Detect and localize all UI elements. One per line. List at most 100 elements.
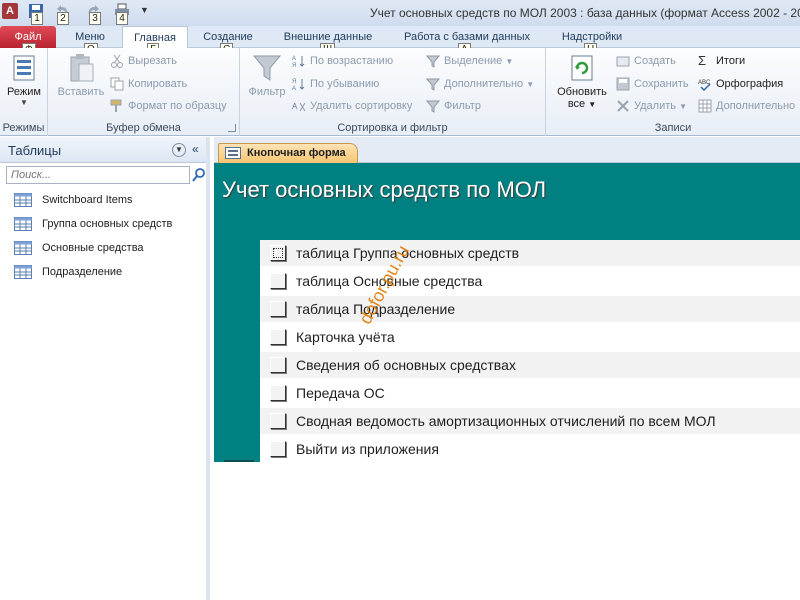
switchboard-item[interactable]: Сводная ведомость амортизационных отчисл… — [260, 408, 800, 434]
clipboard-launcher-icon[interactable] — [228, 124, 236, 132]
switchboard-item-button[interactable] — [270, 385, 286, 401]
qat-keytip: 4 — [116, 12, 128, 25]
form-icon — [225, 147, 241, 159]
refresh-label-line2: все ▼ — [567, 98, 597, 110]
switchboard-form: Учет основных средств по МОЛ таблица Гру… — [214, 163, 800, 600]
search-icon[interactable] — [192, 167, 206, 183]
totals-button[interactable]: Σ Итоги — [698, 52, 745, 70]
nav-item-switchboard-items[interactable]: Switchboard Items — [14, 189, 132, 211]
refresh-icon — [566, 52, 598, 84]
filter-label: Фильтр — [248, 86, 286, 98]
cut-button[interactable]: Вырезать — [110, 52, 177, 70]
cut-label: Вырезать — [128, 55, 177, 67]
format-painter-icon — [110, 99, 124, 113]
form-header: Учет основных средств по МОЛ — [214, 163, 800, 232]
sort-descending-button[interactable]: ЯА По убыванию — [292, 75, 379, 93]
switchboard-item[interactable]: таблица Группа основных средств — [260, 240, 800, 266]
ribbon: Режим ▼ Режимы Вставить Вырезать Копиров… — [0, 48, 800, 136]
selection-filter-button[interactable]: Выделение ▼ — [425, 52, 514, 70]
new-record-button[interactable]: Создать — [616, 52, 676, 70]
switchboard-item-label[interactable]: Передача ОС — [296, 385, 385, 401]
remove-sort-icon: А — [292, 99, 306, 113]
remove-sort-button[interactable]: А Удалить сортировку — [292, 97, 412, 115]
switchboard-item[interactable]: таблица Основные средства — [260, 268, 800, 294]
nav-item-label: Подразделение — [42, 266, 123, 278]
scissors-icon — [110, 54, 124, 68]
switchboard-item-label[interactable]: Карточка учёта — [296, 329, 395, 345]
save-record-icon — [616, 77, 630, 91]
tab-switchboard-form[interactable]: Кнопочная форма — [218, 143, 358, 163]
switchboard-item-button[interactable] — [270, 273, 286, 289]
toggle-filter-button[interactable]: Фильтр — [425, 97, 481, 115]
switchboard-item-button[interactable] — [270, 329, 286, 345]
spelling-button[interactable]: ABC Орфография — [698, 75, 783, 93]
advanced-filter-button[interactable]: Дополнительно ▼ — [425, 75, 534, 93]
copy-icon — [110, 77, 124, 91]
more-records-button[interactable]: Дополнительно — [698, 97, 795, 115]
group-label-records: Записи — [654, 122, 692, 134]
sort-ascending-label: По возрастанию — [310, 55, 394, 67]
nav-item-departments[interactable]: Подразделение — [14, 261, 122, 283]
nav-menu-dropdown-icon[interactable]: ▼ — [172, 143, 186, 157]
ribbon-tab-bar: Файл Ф Меню Q Главная Г Создание С Внешн… — [0, 26, 800, 56]
form-divider — [224, 460, 254, 462]
sort-descending-label: По убыванию — [310, 78, 380, 90]
save-record-label: Сохранить — [634, 78, 689, 90]
filter-button[interactable]: Фильтр — [244, 52, 290, 98]
switchboard-item-label[interactable]: Выйти из приложения — [296, 441, 439, 457]
qat-keytip: 1 — [31, 12, 43, 25]
paste-label: Вставить — [57, 86, 105, 98]
switchboard-item-button[interactable] — [270, 413, 286, 429]
switchboard-item[interactable]: Выйти из приложения — [260, 436, 800, 462]
table-icon — [14, 193, 32, 207]
nav-item-asset-groups[interactable]: Группа основных средств — [14, 213, 172, 235]
spelling-icon: ABC — [698, 77, 712, 92]
document-tab-bar: Кнопочная форма — [214, 137, 800, 163]
switchboard-item-button[interactable] — [270, 357, 286, 373]
qat-customize-icon[interactable]: ▼ — [140, 5, 149, 15]
switchboard-item[interactable]: Карточка учёта — [260, 324, 800, 350]
chevron-down-icon: ▼ — [505, 57, 514, 66]
save-record-button[interactable]: Сохранить — [616, 75, 689, 93]
spelling-label: Орфография — [716, 78, 784, 90]
nav-collapse-icon[interactable]: « — [192, 142, 199, 156]
paste-button[interactable]: Вставить — [54, 52, 108, 98]
toggle-filter-label: Фильтр — [444, 100, 481, 112]
switchboard-item-label[interactable]: Сведения об основных средствах — [296, 357, 516, 373]
more-records-label: Дополнительно — [716, 100, 796, 112]
nav-search-input[interactable] — [6, 166, 190, 184]
advanced-filter-label: Дополнительно — [444, 78, 524, 90]
nav-title[interactable]: Таблицы — [8, 143, 61, 158]
switchboard-item[interactable]: Сведения об основных средствах — [260, 352, 800, 378]
group-clipboard: Вставить Вырезать Копировать Формат по о… — [48, 48, 240, 136]
switchboard-item-button[interactable] — [270, 301, 286, 317]
refresh-label-line1: Обновить — [557, 86, 607, 98]
group-label-sort-filter: Сортировка и фильтр — [337, 122, 448, 134]
svg-text:А: А — [292, 56, 296, 62]
delete-icon — [616, 99, 630, 113]
form-view-icon — [8, 52, 40, 84]
refresh-all-button[interactable]: Обновить все ▼ — [550, 52, 614, 110]
qat-keytip: 3 — [89, 12, 101, 25]
view-mode-button[interactable]: Режим ▼ — [2, 52, 46, 107]
group-sort-filter: Фильтр АЯ По возрастанию ЯА По убыванию … — [240, 48, 546, 136]
access-app-icon[interactable]: A — [2, 3, 18, 19]
format-painter-button[interactable]: Формат по образцу — [110, 97, 227, 115]
switchboard-item[interactable]: Передача ОС — [260, 380, 800, 406]
nav-item-label: Основные средства — [42, 242, 144, 254]
sort-ascending-button[interactable]: АЯ По возрастанию — [292, 52, 393, 70]
table-icon — [14, 241, 32, 255]
window-title: Учет основных средств по МОЛ 2003 : база… — [370, 6, 800, 20]
grid-icon — [698, 99, 712, 113]
switchboard-item-label[interactable]: Сводная ведомость амортизационных отчисл… — [296, 413, 716, 429]
copy-button[interactable]: Копировать — [110, 75, 187, 93]
switchboard-item[interactable]: таблица Подразделение — [260, 296, 800, 322]
view-mode-label: Режим — [7, 86, 41, 98]
switchboard-item-button[interactable] — [270, 441, 286, 457]
switchboard-item-button[interactable] — [270, 245, 286, 261]
selection-filter-label: Выделение — [444, 55, 503, 67]
format-painter-label: Формат по образцу — [128, 100, 227, 112]
delete-record-button[interactable]: Удалить ▼ — [616, 97, 687, 115]
svg-text:А: А — [292, 86, 296, 91]
nav-item-fixed-assets[interactable]: Основные средства — [14, 237, 144, 259]
